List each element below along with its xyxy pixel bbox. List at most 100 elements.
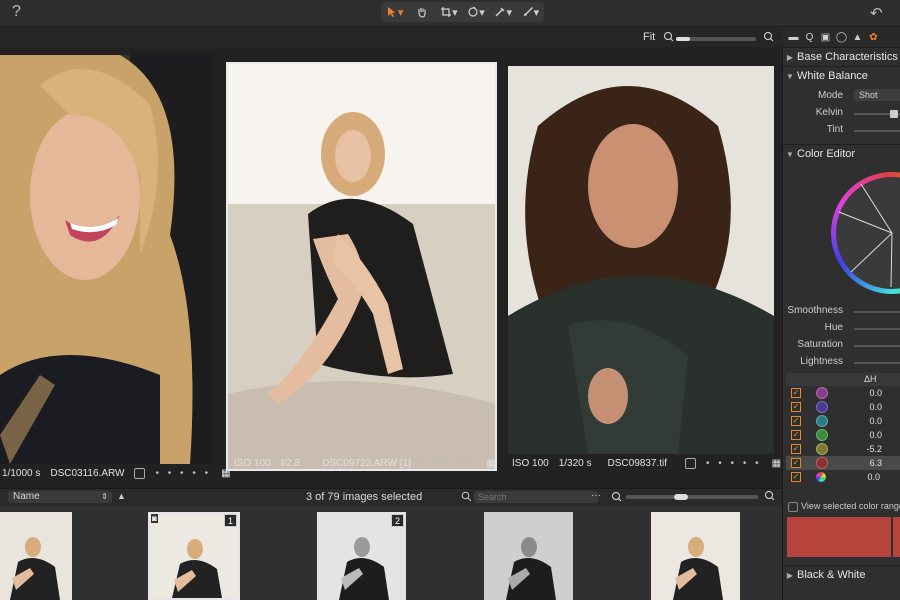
chevron-down-icon: ▼ <box>786 149 794 159</box>
mode-label: Mode <box>817 90 843 101</box>
delta-value: 0.0 <box>869 388 882 398</box>
selection-count: 3 of 79 images selected <box>306 491 423 503</box>
shutter-value: 1/320 s <box>558 457 592 469</box>
delta-hue-header: ΔH <box>864 374 877 384</box>
hue-slider[interactable] <box>854 328 900 330</box>
zoom-slider[interactable] <box>676 37 756 41</box>
filename: DSC03116.ARW <box>50 467 125 479</box>
view-selected-label: View selected color range <box>801 501 900 511</box>
kelvin-slider[interactable] <box>854 110 900 118</box>
select-checkbox[interactable] <box>134 467 146 479</box>
color-row[interactable]: ✓ 0.0 <box>786 470 900 484</box>
section-title: Black & White <box>797 569 866 581</box>
smoothness-label: Smoothness <box>787 305 843 316</box>
panel-tabs: ▬ Q ▣ ◯ ▲ ✿ <box>782 27 900 47</box>
section-title: Base Characteristics <box>797 51 898 63</box>
row-checkbox[interactable]: ✓ <box>791 444 801 454</box>
sort-select[interactable]: Name ⇕ <box>8 491 112 503</box>
color-row[interactable]: ✓ -5.2 <box>786 442 900 456</box>
photo-sitting-woman[interactable] <box>226 62 497 471</box>
saturation-slider[interactable] <box>854 345 900 347</box>
undo-icon[interactable]: ↶ <box>870 4 883 22</box>
color-swatch <box>816 457 828 469</box>
crop-icon[interactable]: ▾ <box>438 4 460 20</box>
color-wheel[interactable] <box>831 172 900 294</box>
rotate-icon[interactable]: ▾ <box>465 4 487 20</box>
sort-value: Name <box>13 491 40 502</box>
chevron-down-icon: ▼ <box>786 71 794 81</box>
shutter-value: 1/1000 s <box>2 467 41 479</box>
zoom-in-icon[interactable] <box>763 31 774 45</box>
help-icon[interactable]: ? <box>12 3 21 21</box>
folder-icon[interactable]: ▬ <box>788 32 799 43</box>
row-checkbox[interactable]: ✓ <box>791 430 801 440</box>
lens-icon[interactable]: ◯ <box>836 32 847 43</box>
thumbnail[interactable] <box>651 512 740 600</box>
row-checkbox[interactable]: ✓ <box>791 458 801 468</box>
thumbnail-badge: 2 <box>391 514 404 527</box>
tint-slider[interactable] <box>854 130 900 132</box>
zoom-fit-label[interactable]: Fit <box>643 31 655 43</box>
tint-label: Tint <box>826 124 843 135</box>
exposure-icon[interactable]: ▲ <box>852 32 863 43</box>
row-checkbox[interactable]: ✓ <box>791 388 801 398</box>
lightness-slider[interactable] <box>854 362 900 364</box>
thumbnail-bw[interactable] <box>484 512 573 600</box>
sort-direction-icon[interactable]: ▲ <box>117 491 126 501</box>
select-checkbox[interactable] <box>685 457 696 469</box>
brush-icon[interactable]: ▾ <box>519 4 541 20</box>
color-row[interactable]: ✓ 0.0 <box>786 400 900 414</box>
hand-icon[interactable] <box>411 4 433 20</box>
section-white-balance[interactable]: ▼ White Balance <box>783 66 900 85</box>
view-selected-checkbox[interactable] <box>788 502 798 512</box>
thumb-size-slider[interactable] <box>626 494 758 500</box>
smoothness-slider[interactable] <box>854 311 900 313</box>
photo-curly-woman[interactable] <box>508 66 774 454</box>
row-checkbox[interactable]: ✓ <box>791 472 801 482</box>
color-row[interactable]: ✓ 0.0 <box>786 428 900 442</box>
row-checkbox[interactable]: ✓ <box>791 416 801 426</box>
hue-label: Hue <box>824 322 843 333</box>
iso-value: ISO 100 <box>512 457 549 469</box>
search-input[interactable] <box>474 491 598 503</box>
chevron-right-icon: ▶ <box>786 52 794 62</box>
rating-dots[interactable]: • • • • • <box>421 458 477 469</box>
section-title: Color Editor <box>797 148 856 160</box>
section-black-white[interactable]: ▶ Black & White <box>783 565 900 584</box>
row-checkbox[interactable]: ✓ <box>791 402 801 412</box>
cursor-icon[interactable]: ▾ <box>384 4 406 20</box>
delta-value: 0.0 <box>869 402 882 412</box>
lightness-label: Lightness <box>800 356 843 367</box>
zoom-out-icon[interactable] <box>663 31 674 45</box>
capture-icon[interactable]: Q <box>804 32 815 43</box>
delta-value: 0.0 <box>869 416 882 426</box>
color-row-selected[interactable]: ✓ 6.3 <box>786 456 900 470</box>
wb-mode-select[interactable]: Shot <box>854 89 900 101</box>
color-row[interactable]: ✓ 0.0 <box>786 414 900 428</box>
color-swatch <box>816 387 828 399</box>
photo-laughing-woman[interactable] <box>0 55 215 464</box>
all-colors-swatch <box>816 472 826 482</box>
section-color-editor[interactable]: ▼ Color Editor <box>783 144 900 163</box>
photo-1-info: 1/1000 s DSC03116.ARW • • • • • ▦ <box>2 465 231 481</box>
section-title: White Balance <box>797 70 868 82</box>
thumb-zoom-in-icon[interactable] <box>764 490 775 504</box>
original-color-swatch <box>787 517 891 557</box>
thumb-zoom-out-icon[interactable] <box>611 491 622 505</box>
grid-icon[interactable]: ▦ <box>772 458 781 469</box>
color-list-header: ΔH <box>786 373 900 386</box>
rating-dots[interactable]: • • • • • <box>706 458 762 469</box>
camera-icon: ◙ <box>151 514 158 523</box>
thumbnail[interactable] <box>0 512 72 600</box>
color-swatch <box>816 429 828 441</box>
rating-dots[interactable]: • • • • • <box>155 468 211 479</box>
color-icon[interactable]: ✿ <box>868 32 879 43</box>
section-base-characteristics[interactable]: ▶ Base Characteristics <box>783 47 900 66</box>
more-options-icon[interactable]: ··· <box>591 490 601 501</box>
metadata-icon[interactable]: ▣ <box>820 32 831 43</box>
color-row[interactable]: ✓ 0.0 <box>786 386 900 400</box>
picker-icon[interactable]: ▾ <box>492 4 514 20</box>
delta-value: 0.0 <box>869 430 882 440</box>
grid-icon[interactable]: ▦ <box>487 458 496 469</box>
iso-value: ISO 100 <box>234 457 271 469</box>
